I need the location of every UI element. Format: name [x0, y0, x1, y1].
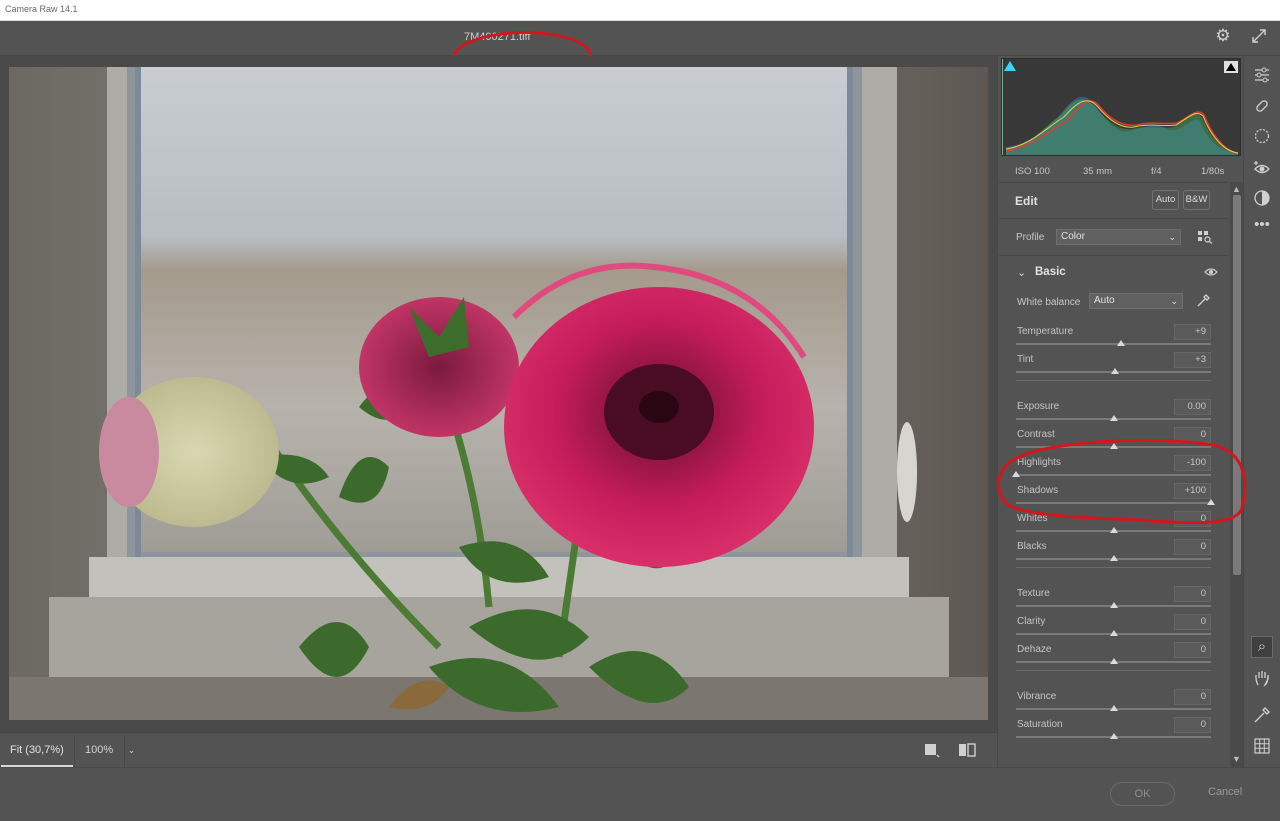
vibrance-slider-thumb[interactable] [1109, 705, 1118, 711]
ok-button[interactable]: OK [1110, 782, 1175, 806]
histogram [1001, 58, 1241, 156]
temperature-value-input[interactable]: +9 [1174, 324, 1211, 340]
camera-raw-window: Camera Raw 14.1 7M400271.tiff ⚙ Fit (30,… [0, 0, 1280, 821]
vibrance-value-input[interactable]: 0 [1174, 689, 1211, 705]
blacks-label: Blacks [1017, 541, 1047, 552]
rose-photo [9, 67, 988, 720]
hand-icon[interactable] [1253, 669, 1271, 687]
healing-icon[interactable] [1253, 97, 1271, 115]
exposure-value-input[interactable]: 0.00 [1174, 399, 1211, 415]
exif-shutter: 1/80s [1201, 166, 1225, 177]
tint-value-input[interactable]: +3 [1174, 352, 1211, 368]
clarity-value-input[interactable]: 0 [1174, 614, 1211, 630]
blacks-value-input[interactable]: 0 [1174, 539, 1211, 555]
presets-icon[interactable] [1253, 189, 1271, 207]
profile-value: Color [1061, 231, 1085, 242]
blacks-slider-thumb[interactable] [1109, 555, 1118, 561]
edit-panel: ISO 100 35 mm f/4 1/80s Edit Auto B&W Pr… [997, 56, 1243, 767]
tint-label: Tint [1017, 354, 1034, 365]
chevron-down-icon[interactable]: ⌄ [124, 736, 138, 767]
divider [999, 218, 1228, 219]
edit-title: Edit [1015, 194, 1038, 208]
scroll-up-icon[interactable]: ▲ [1232, 184, 1241, 194]
exif-focal: 35 mm [1083, 166, 1113, 177]
before-after-icon[interactable] [958, 742, 976, 758]
white-balance-value: Auto [1094, 295, 1115, 306]
dehaze-value-input[interactable]: 0 [1174, 642, 1211, 658]
zoom-select[interactable]: 100% ⌄ [74, 736, 138, 767]
photo-preview[interactable] [9, 67, 988, 720]
preview-toolbar: Fit (30,7%) 100% ⌄ [0, 732, 997, 767]
basic-section-title[interactable]: Basic [1035, 266, 1066, 278]
highlight-clipping-icon[interactable] [1224, 61, 1238, 73]
cancel-button[interactable]: Cancel [1208, 786, 1242, 798]
saturation-slider-thumb[interactable] [1109, 733, 1118, 739]
exif-iso: ISO 100 [1015, 166, 1050, 177]
profile-label: Profile [1016, 232, 1045, 243]
red-annotation-highlight [997, 438, 1247, 525]
dehaze-label: Dehaze [1017, 644, 1052, 655]
whites-slider-thumb[interactable] [1109, 527, 1118, 533]
single-view-icon[interactable] [924, 742, 940, 758]
fit-zoom-button[interactable]: Fit (30,7%) [1, 736, 73, 767]
auto-button[interactable]: Auto [1152, 190, 1179, 210]
chevron-down-icon: ⌄ [1170, 296, 1178, 306]
texture-slider-thumb[interactable] [1109, 602, 1118, 608]
color-sampler-icon[interactable] [1253, 706, 1271, 724]
exposure-label: Exposure [1017, 401, 1060, 412]
texture-value-input[interactable]: 0 [1174, 586, 1211, 602]
divider [1016, 380, 1211, 381]
bw-button[interactable]: B&W [1183, 190, 1210, 210]
exif-aperture: f/4 [1151, 166, 1162, 177]
clarity-slider-thumb[interactable] [1109, 630, 1118, 636]
eyedropper-icon[interactable] [1196, 294, 1210, 308]
profile-browser-icon[interactable] [1197, 230, 1213, 244]
tint-slider-thumb[interactable] [1111, 368, 1120, 374]
vibrance-label: Vibrance [1017, 691, 1057, 702]
title-bar: Camera Raw 14.1 [0, 0, 1280, 21]
temperature-slider-thumb[interactable] [1117, 340, 1126, 346]
scroll-down-icon[interactable]: ▼ [1232, 754, 1241, 764]
dialog-footer: OK Cancel [0, 767, 1280, 821]
exif-info: ISO 100 35 mm f/4 1/80s [998, 160, 1240, 182]
profile-select[interactable]: Color ⌄ [1056, 229, 1181, 245]
tool-strip: ••• ⌕ [1243, 56, 1280, 767]
expand-icon[interactable] [1250, 27, 1268, 45]
white-balance-label: White balance [1017, 297, 1081, 308]
red-eye-icon[interactable] [1253, 159, 1271, 177]
divider [1016, 670, 1211, 671]
dehaze-slider-thumb[interactable] [1109, 658, 1118, 664]
clarity-label: Clarity [1017, 616, 1046, 627]
document-header: 7M400271.tiff ⚙ [0, 21, 1280, 85]
saturation-value-input[interactable]: 0 [1174, 717, 1211, 733]
white-balance-select[interactable]: Auto ⌄ [1089, 293, 1183, 309]
divider [999, 182, 1228, 183]
chevron-down-icon[interactable]: ⌄ [1017, 266, 1026, 279]
temperature-slider-track[interactable] [1016, 343, 1211, 345]
image-preview-area[interactable] [0, 56, 997, 732]
window-title: Camera Raw 14.1 [5, 4, 78, 14]
temperature-label: Temperature [1017, 326, 1074, 337]
gear-icon[interactable]: ⚙ [1214, 27, 1232, 45]
texture-label: Texture [1017, 588, 1050, 599]
edit-sliders-icon[interactable] [1253, 66, 1271, 84]
exposure-slider-thumb[interactable] [1109, 415, 1118, 421]
chevron-down-icon: ⌄ [1168, 232, 1176, 242]
eye-icon[interactable] [1204, 267, 1218, 277]
masking-icon[interactable] [1253, 127, 1271, 145]
divider [999, 255, 1228, 256]
zoom-icon[interactable]: ⌕ [1251, 636, 1273, 658]
zoom-value: 100% [85, 744, 114, 756]
more-icon[interactable]: ••• [1253, 216, 1271, 234]
grid-icon[interactable] [1253, 737, 1271, 755]
saturation-label: Saturation [1017, 719, 1063, 730]
divider [1016, 567, 1211, 568]
